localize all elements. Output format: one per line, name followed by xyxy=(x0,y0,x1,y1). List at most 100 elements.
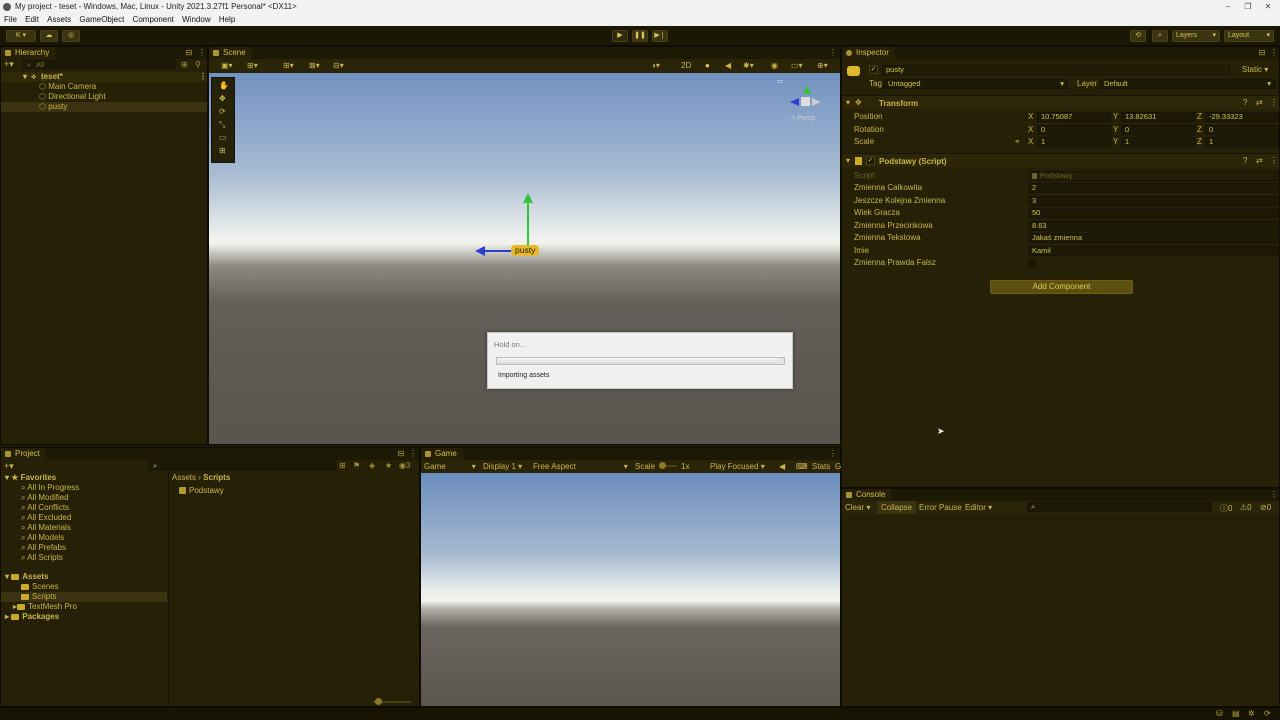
game-view-dropdown[interactable]: Game ▾ xyxy=(424,462,476,471)
position-y-input[interactable]: 13.82631 xyxy=(1121,112,1195,122)
step-button[interactable]: ▶❘ xyxy=(652,30,668,42)
preset-icon[interactable]: ⇄ xyxy=(1256,98,1263,107)
scale-slider[interactable] xyxy=(659,462,677,469)
tab-hierarchy[interactable]: Hierarchy xyxy=(1,47,56,59)
menu-gameobject[interactable]: GameObject xyxy=(79,15,124,24)
kebab-menu-icon[interactable]: ⋮ xyxy=(409,448,417,460)
pause-button[interactable]: ❚❚ xyxy=(632,30,648,42)
progress-icon[interactable]: ▤ xyxy=(1232,709,1240,718)
breadcrumb-scripts[interactable]: Scripts xyxy=(203,473,230,482)
scene-object-label[interactable]: pusty xyxy=(511,245,540,256)
breadcrumb-assets[interactable]: Assets xyxy=(172,473,196,482)
favorite-all-models[interactable]: ⌕ All Models xyxy=(21,533,64,543)
orientation-gizmo[interactable]: < Persp xyxy=(787,83,823,123)
expand-arrow-icon[interactable]: ▾ xyxy=(846,98,850,107)
error-pause-toggle[interactable]: Error Pause xyxy=(919,503,962,512)
favorite-all-prefabs[interactable]: ⌕ All Prefabs xyxy=(21,543,66,553)
kebab-menu-icon[interactable]: ⋮ xyxy=(1270,156,1278,165)
rect-tool-icon[interactable]: ▭ xyxy=(219,133,227,142)
layers-dropdown[interactable]: Layers ▾ xyxy=(1172,30,1220,42)
hierarchy-search-input[interactable]: ⌕ All xyxy=(23,60,175,69)
lock-icon[interactable]: ⊟ xyxy=(185,47,193,59)
history-button[interactable]: ⟲ xyxy=(1130,30,1146,42)
kebab-menu-icon[interactable]: ⋮ xyxy=(1270,47,1278,59)
asset-file-podstawy[interactable]: Podstawy xyxy=(179,486,224,496)
gizmo-y-axis[interactable] xyxy=(527,201,529,251)
play-mode-dropdown[interactable]: Play Focused ▾ xyxy=(710,462,765,471)
help-icon[interactable]: ? xyxy=(1243,98,1247,107)
editor-dropdown[interactable]: Editor ▾ xyxy=(965,503,992,512)
stats-button[interactable]: Stats xyxy=(812,462,830,471)
cache-server-icon[interactable]: ⛁ xyxy=(1216,709,1223,718)
rotation-z-input[interactable]: 0 xyxy=(1205,125,1279,135)
close-icon[interactable]: ✕ xyxy=(1262,2,1274,12)
console-search-input[interactable]: ⌕ xyxy=(1027,502,1212,512)
kebab-menu-icon[interactable]: ⋮ xyxy=(1270,489,1278,501)
help-icon[interactable]: ? xyxy=(1243,156,1247,165)
info-count-toggle[interactable]: ⓘ0 xyxy=(1220,503,1232,514)
icon-size-slider-thumb[interactable] xyxy=(375,698,382,705)
shading-mode-icon[interactable]: ◑▾ xyxy=(651,61,660,70)
scale-z-input[interactable]: 1 xyxy=(1205,137,1279,147)
increment-snap-icon[interactable]: ⊠▾ xyxy=(309,61,320,70)
search-by-label-icon[interactable]: ⚑ xyxy=(353,461,360,470)
tab-game[interactable]: Game xyxy=(421,448,463,460)
favorite-all-excluded[interactable]: ⌕ All Excluded xyxy=(21,513,71,523)
menu-window[interactable]: Window xyxy=(182,15,210,24)
tab-scene[interactable]: Scene xyxy=(209,47,252,59)
tab-console[interactable]: Console xyxy=(842,489,892,501)
favorite-all-in-progress[interactable]: ⌕ All In Progress xyxy=(21,483,79,493)
scale-y-input[interactable]: 1 xyxy=(1121,137,1195,147)
tab-project[interactable]: Project xyxy=(1,448,46,460)
hierarchy-item-main-camera[interactable]: ⬡ Main Camera xyxy=(39,82,96,92)
hierarchy-item-directional-light[interactable]: ⬡ Directional Light xyxy=(39,92,106,102)
menu-assets[interactable]: Assets xyxy=(47,15,71,24)
search-button[interactable]: ⌕ xyxy=(1152,30,1168,42)
active-checkbox[interactable]: ✓ xyxy=(869,65,878,74)
hidden-count-icon[interactable]: ◉3 xyxy=(399,461,410,470)
hierarchy-scene-row[interactable]: ▾ ⟡ teset* ⋮ xyxy=(1,72,207,82)
packages-folder-row[interactable]: ▸ Packages xyxy=(5,612,59,622)
hand-tool-icon[interactable]: ✋ xyxy=(219,81,229,90)
move-tool-icon[interactable]: ✥ xyxy=(219,94,226,103)
lighting-icon[interactable]: ● xyxy=(705,61,710,70)
folder-scenes[interactable]: Scenes xyxy=(21,582,59,592)
debug-mode-icon[interactable]: ✲ xyxy=(1248,709,1255,718)
audio-icon[interactable]: ◀ xyxy=(725,61,731,70)
zmienna-tekstowa-input[interactable]: Jakaś zmienna xyxy=(1028,233,1278,243)
zmienna-prawda-falsz-checkbox[interactable] xyxy=(1028,259,1036,267)
hierarchy-item-pusty[interactable]: ⬡ pusty xyxy=(1,102,207,112)
static-toggle[interactable]: Static ▾ xyxy=(1242,65,1268,75)
scene-gizmo-handle[interactable]: ═ xyxy=(777,77,783,86)
gizmo-y-cone[interactable] xyxy=(803,85,811,94)
tab-inspector[interactable]: Inspector xyxy=(842,47,895,59)
refresh-icon[interactable]: ⟳ xyxy=(1264,709,1271,718)
display-dropdown[interactable]: Display 1 ▾ xyxy=(483,462,522,471)
menu-help[interactable]: Help xyxy=(219,15,235,24)
gizmo-z-cone[interactable] xyxy=(812,98,821,106)
project-divider[interactable] xyxy=(168,472,169,706)
search-by-tag-icon[interactable]: ◈ xyxy=(369,461,375,470)
align-icon[interactable]: ⊟▾ xyxy=(333,61,344,70)
lock-icon[interactable]: ⊟ xyxy=(397,448,405,460)
favorites-header[interactable]: ▾ ★ Favorites xyxy=(5,473,56,483)
expand-arrow-icon[interactable]: ▸ xyxy=(5,612,9,621)
position-x-input[interactable]: 10.75087 xyxy=(1037,112,1111,122)
expand-arrow-icon[interactable]: ▾ xyxy=(846,156,850,165)
camera-settings-icon[interactable]: ▭▾ xyxy=(791,61,803,70)
gizmo-x-cone[interactable] xyxy=(790,98,799,106)
favorite-star-icon[interactable]: ★ xyxy=(385,461,392,470)
link-icon[interactable]: ⚭ xyxy=(1014,137,1021,146)
clear-dropdown[interactable]: Clear ▾ xyxy=(845,503,870,512)
gizmo-x-arrow-icon[interactable] xyxy=(475,246,485,256)
scale-slider-thumb[interactable] xyxy=(659,462,666,469)
lock-icon[interactable]: ⊟ xyxy=(1258,47,1266,59)
icon-size-slider[interactable] xyxy=(373,698,411,705)
object-name-input[interactable]: pusty xyxy=(882,65,1230,75)
menu-component[interactable]: Component xyxy=(133,15,174,24)
rotation-y-input[interactable]: 0 xyxy=(1121,125,1195,135)
filter-icon[interactable]: ⊞ xyxy=(181,60,188,69)
add-component-button[interactable]: Add Component xyxy=(990,280,1133,294)
hidden-objects-icon[interactable]: ◉ xyxy=(771,61,778,70)
rotate-tool-icon[interactable]: ⟳ xyxy=(219,107,226,116)
